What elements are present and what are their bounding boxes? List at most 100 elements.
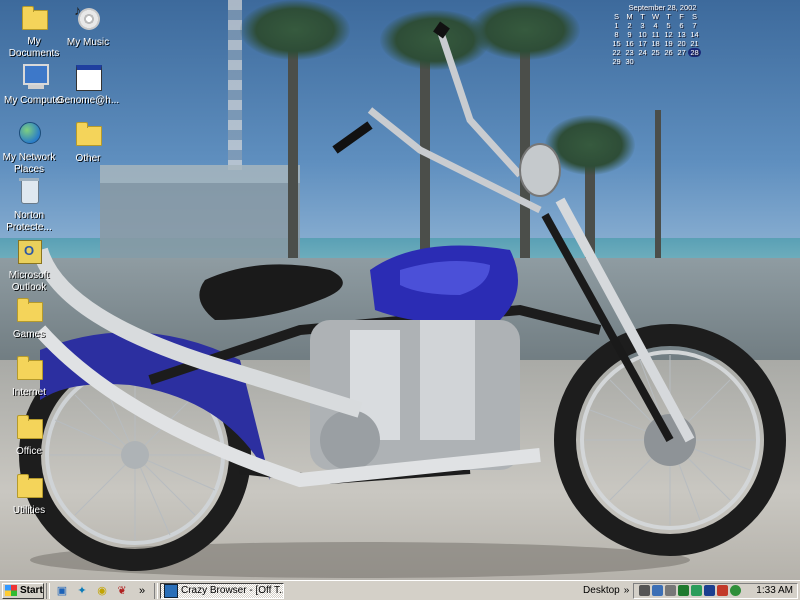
quick-launch-toolbar: ▣ ✦ ◉ ❦ » [52,583,152,599]
taskbar: Start ▣ ✦ ◉ ❦ » Crazy Browser - [Off T..… [0,580,800,600]
calendar-day: 17 [638,39,647,48]
desktop-icon-my-music[interactable]: ♪ My Music [54,2,122,49]
desktop-toolbar-label: Desktop [583,585,620,596]
calendar-day: 24 [638,48,647,57]
media-player-icon[interactable]: ◉ [94,583,110,599]
calendar-weekday: T [640,12,645,21]
show-desktop-icon[interactable]: ▣ [54,583,70,599]
calendar-day: 27 [677,48,686,57]
calendar-day: 3 [640,21,645,30]
calendar-day: 4 [653,21,658,30]
start-label: Start [20,585,43,596]
taskbar-separator [154,582,158,599]
task-button-crazy-browser[interactable]: Crazy Browser - [Off T... [160,582,284,599]
desktop-icon-norton-protected-recycle-bin[interactable]: Norton Protecte... [0,176,58,234]
calendar-day: 13 [677,30,686,39]
calendar-day: 1 [614,21,619,30]
outlook-icon [13,236,45,268]
calendar-day: 21 [690,39,699,48]
calendar-week-row: 8 9 10 11 12 13 14 [610,30,715,39]
calendar-day: 16 [625,39,634,48]
folder-icon [72,118,104,150]
calendar-day: 20 [677,39,686,48]
volume-icon[interactable] [639,585,651,596]
desktop-icon-label: Utilities [12,505,46,516]
calendar-day: 18 [651,39,660,48]
printer-tray-icon[interactable] [665,585,677,596]
desktop-icon-label: Games [12,329,46,340]
desktop-icon-label: Genome@h... [56,95,120,106]
calendar-day: 29 [612,57,621,66]
calendar-day: 11 [651,30,660,39]
application-window-icon [72,60,104,92]
desktop-icon-label: My Music [66,37,110,48]
calendar-day: 7 [692,21,697,30]
calendar-title: September 28, 2002 [628,3,697,12]
calendar-day: 15 [612,39,621,48]
desktop[interactable]: My Documents ♪ My Music My Computer Geno… [0,0,800,580]
desktop-icon-label: Norton Protecte... [6,210,52,233]
desktop-icon-label: Other [75,153,101,164]
calendar-day: 9 [627,30,632,39]
desktop-icon-office[interactable]: Office [0,411,58,458]
calendar-day [636,57,649,66]
desktop-calendar: September 28, 2002 S M T W T F S 1234567… [610,3,715,66]
calendar-day: 12 [664,30,673,39]
calendar-day: 30 [625,57,634,66]
taskbar-clock[interactable]: 1:33 AM [756,585,793,596]
folder-icon [13,411,45,443]
monitor-tray-icon[interactable] [691,585,703,596]
desktop-icon-games[interactable]: Games [0,294,58,341]
calendar-weekday: T [666,12,671,21]
calendar-day [675,57,688,66]
calendar-weeks: 1 2 3 4 5 6 7 8 9 10 11 12 13 14 15 16 17 18 19 20 21 22 23 24 2… [610,21,715,66]
music-cd-icon: ♪ [72,2,104,34]
calendar-weekday: S [613,12,619,21]
connection-tray-icon[interactable] [730,585,742,596]
desktop-icon-label: Office [16,446,42,457]
calendar-weekday: F [679,12,684,21]
desktop-icon-label: My Network Places [2,152,56,175]
desktop-toolbar[interactable]: Desktop » [583,585,629,596]
start-button[interactable]: Start [2,582,44,599]
browser-icon [164,583,178,598]
calendar-weekday-row: S M T W T F S [610,12,715,21]
calendar-day: 22 [612,48,621,57]
browser-launch-icon[interactable]: ✦ [74,583,90,599]
calendar-weekday: S [691,12,697,21]
application-launch-icon[interactable]: ❦ [114,583,130,599]
desktop-icon-genome[interactable]: Genome@h... [54,60,122,107]
system-tray: 1:33 AM [633,582,798,599]
calendar-day: 10 [638,30,647,39]
calendar-weekday: M [626,12,633,21]
calendar-day: 5 [666,21,671,30]
quick-launch-more-button[interactable]: » [134,583,150,599]
computer-icon [18,60,50,92]
calendar-weekday: W [651,12,660,21]
desktop-icon-label: Internet [12,387,46,398]
desktop-icon-other[interactable]: Other [54,118,122,165]
folder-documents-icon [18,2,50,34]
desktop-icon-label: Microsoft Outlook [8,270,50,293]
desktop-icon-internet[interactable]: Internet [0,352,58,399]
folder-icon [13,294,45,326]
security-tray-icon[interactable] [717,585,729,596]
desktop-icon-microsoft-outlook[interactable]: Microsoft Outlook [0,236,58,294]
calendar-day: 26 [664,48,673,57]
recycle-bin-icon [13,176,45,208]
messenger-tray-icon[interactable] [704,585,716,596]
calendar-day: 19 [664,39,673,48]
antivirus-tray-icon[interactable] [678,585,690,596]
desktop-icon-my-network-places[interactable]: My Network Places [0,118,58,176]
desktop-toolbar-more-button[interactable]: » [624,585,630,596]
calendar-week-row: 15 16 17 18 19 20 21 [610,39,715,48]
network-tray-icon[interactable] [652,585,664,596]
windows-logo-icon [5,585,17,596]
desktop-icon-utilities[interactable]: Utilities [0,470,58,517]
calendar-day: 23 [625,48,634,57]
calendar-day: 14 [690,30,699,39]
taskbar-separator [46,582,50,599]
calendar-day: 6 [679,21,684,30]
calendar-day: 2 [627,21,632,30]
task-button-label: Crazy Browser - [Off T... [181,585,284,596]
